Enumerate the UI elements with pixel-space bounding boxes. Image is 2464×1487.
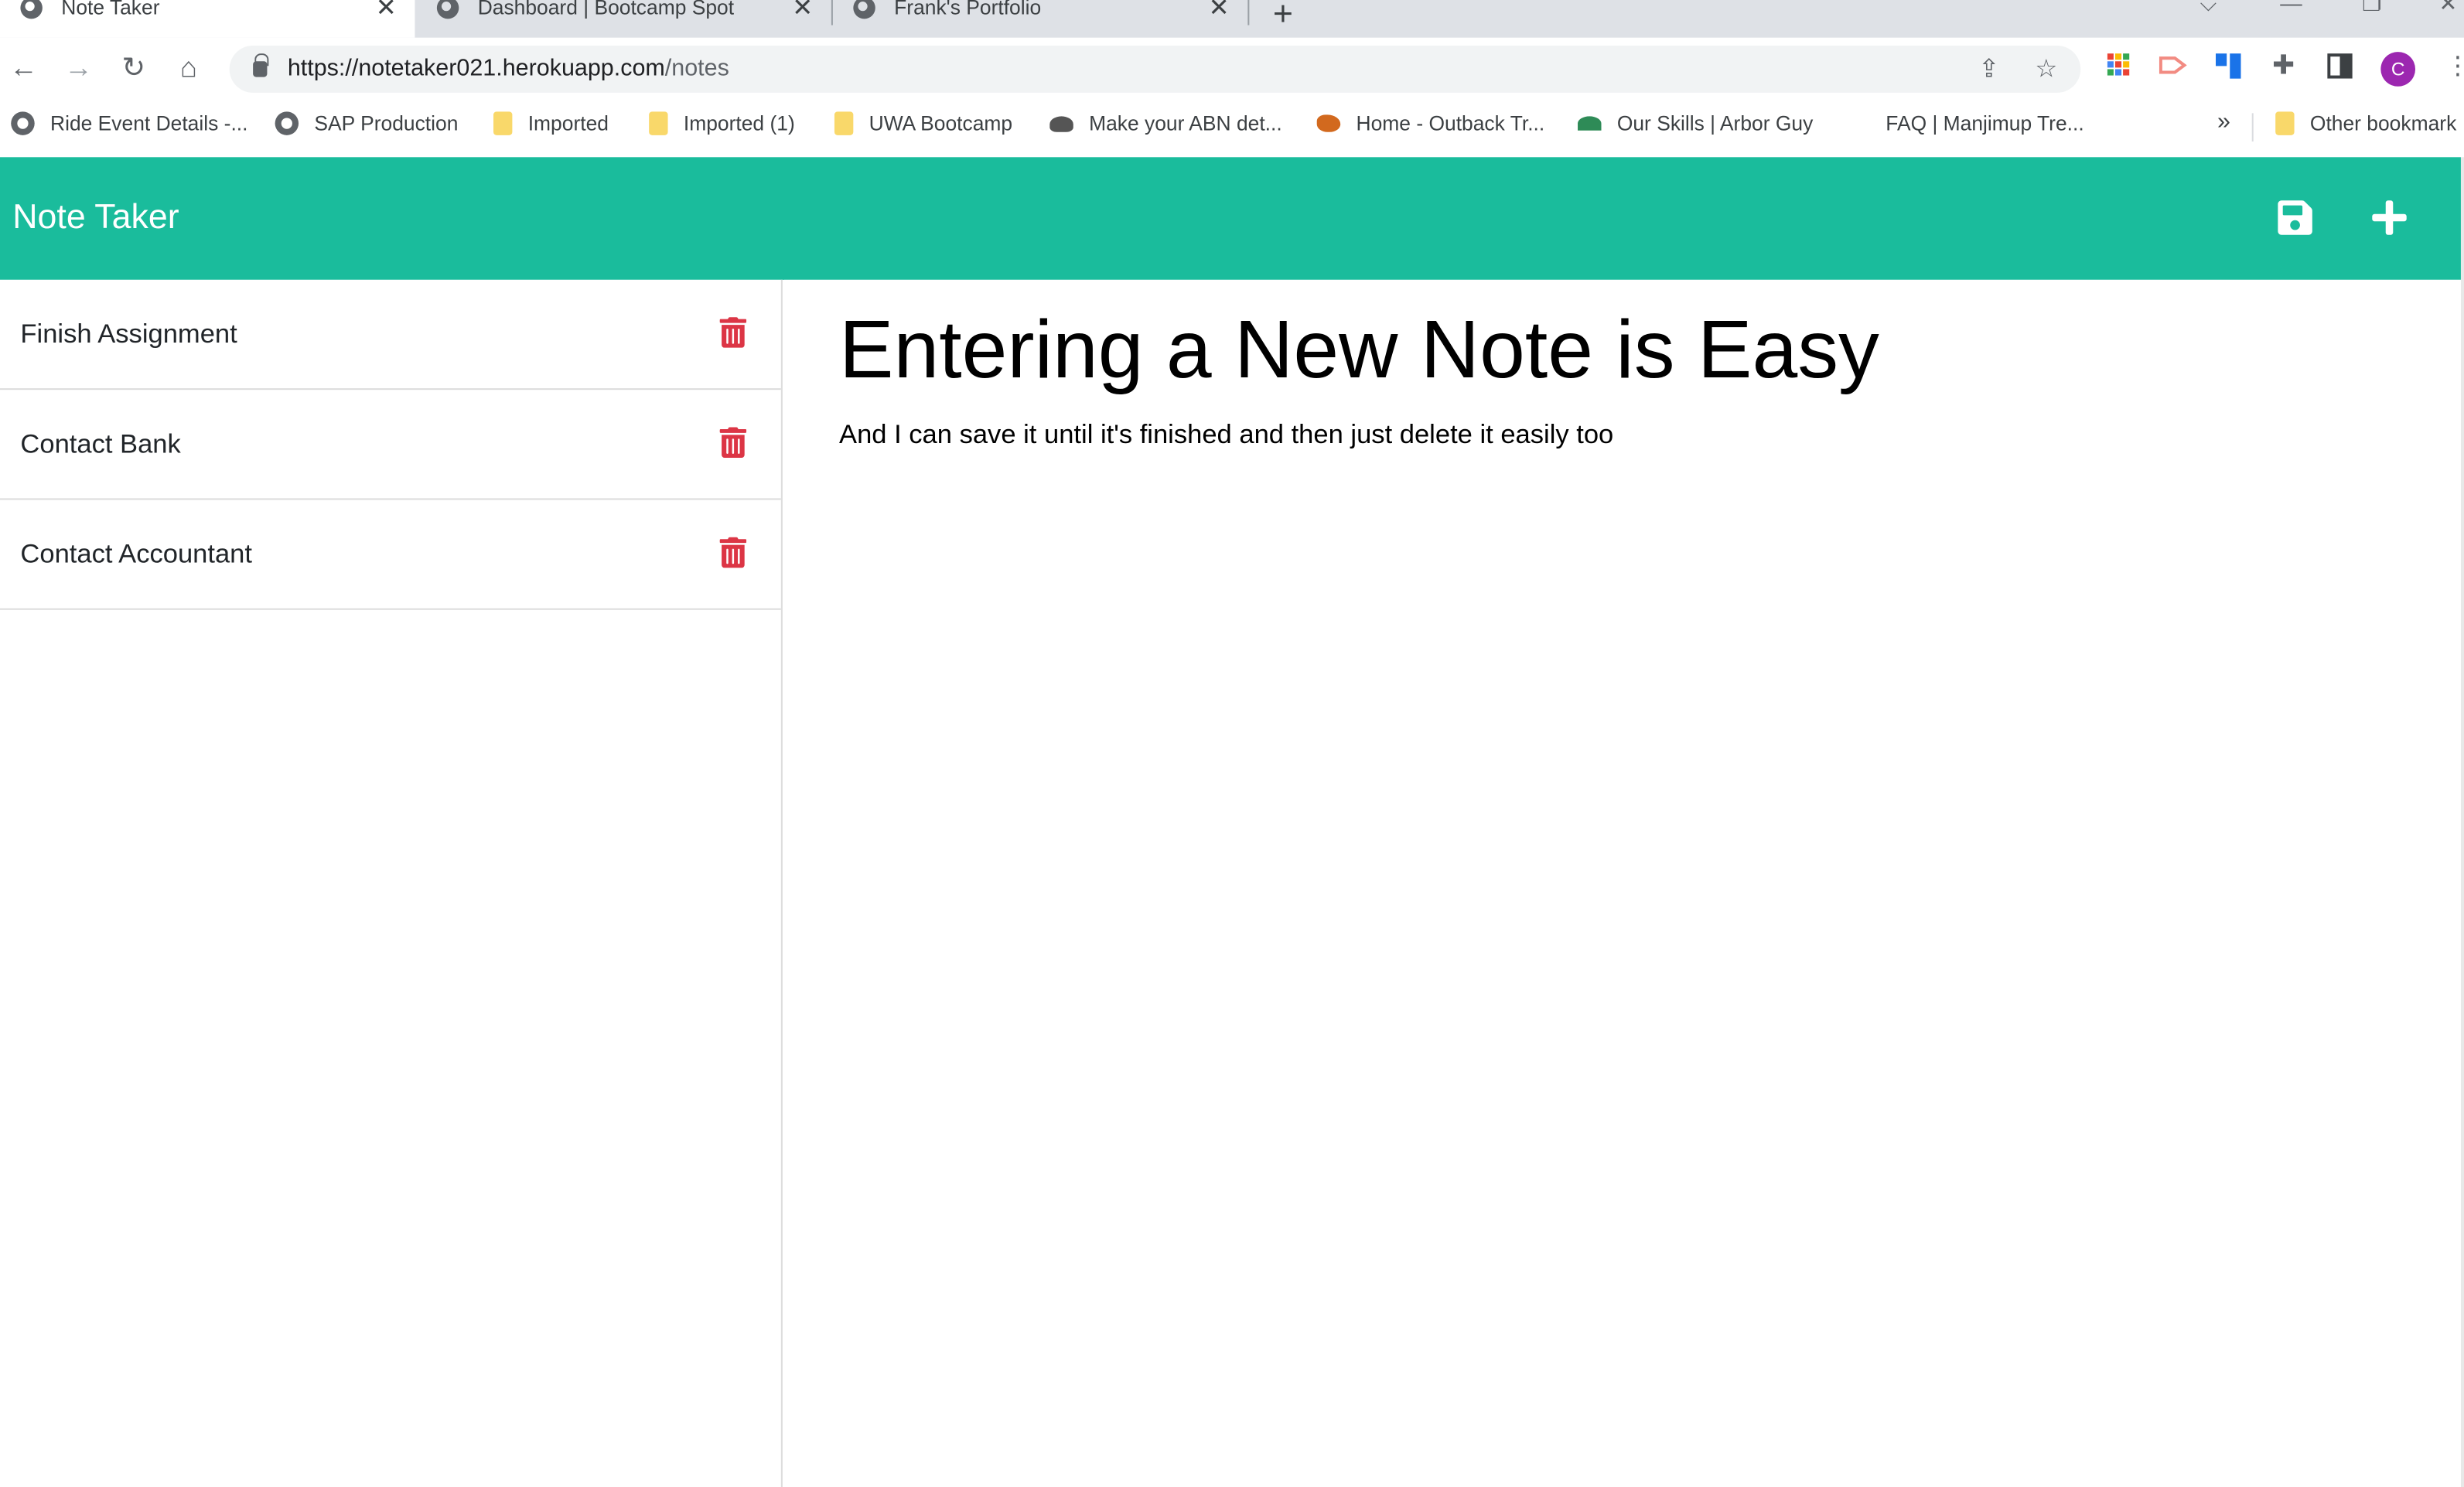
bookmark-label: SAP Production [314,111,459,135]
screen-recorder-extension-icon[interactable] [2159,53,2188,77]
bookmark-label: Imported (1) [683,111,795,135]
bookmark-label: FAQ | Manjimup Tre... [1886,111,2084,135]
app-navbar: Note Taker [0,157,2461,280]
government-crest-icon [1049,115,1073,131]
bookmark-uwa-bootcamp[interactable]: UWA Bootcamp [831,111,1012,135]
note-list: Finish Assignment Contact Bank Contact A… [0,279,783,1487]
delete-trash-icon[interactable] [719,426,747,459]
bookmark-outback[interactable]: Home - Outback Tr... [1316,111,1545,135]
profile-avatar[interactable]: C [2380,52,2416,87]
tab-divider [1247,0,1250,26]
globe-icon [436,0,459,19]
save-note-icon[interactable] [2275,198,2315,237]
url-text[interactable]: https://notetaker021.herokuapp.com/notes [288,55,729,82]
minimize-window-icon[interactable]: — [2280,0,2302,15]
folder-icon [834,111,854,135]
note-title[interactable]: Contact Bank [20,429,180,461]
globe-icon [275,111,299,135]
bookmark-ride-event[interactable]: Ride Event Details -... [11,111,247,135]
globe-icon [20,0,43,19]
delete-trash-icon[interactable] [719,316,747,350]
bookmark-label: Make your ABN det... [1089,111,1282,135]
side-panel-icon[interactable] [2327,53,2353,79]
share-icon[interactable]: ⇪ [1978,53,1999,85]
bookmark-label: UWA Bootcamp [869,111,1013,135]
tab-label: Frank's Portfolio [894,0,1042,19]
bookmark-label: Imported [527,111,609,135]
note-title-input[interactable]: Entering a New Note is Easy [839,303,1879,397]
tab-note-taker[interactable]: Note Taker ✕ [0,0,415,38]
lock-icon[interactable] [253,53,269,77]
back-arrow-icon[interactable]: ← [6,50,41,85]
note-text-area[interactable]: And I can save it until it's finished an… [839,420,1613,452]
bookmark-label: Other bookmark [2309,111,2457,135]
close-tab-icon[interactable]: ✕ [792,0,813,23]
list-item[interactable]: Contact Bank [0,390,781,500]
browser-toolbar: ← → ↻ ⌂ https://notetaker021.herokuapp.c… [0,37,2464,101]
forward-arrow-icon[interactable]: → [61,50,96,85]
new-note-plus-icon[interactable] [2370,198,2409,237]
folder-icon [649,111,668,135]
extensions-puzzle-icon[interactable]: ✚ [2272,50,2295,82]
page-edge-divider [2460,157,2464,1487]
app-brand[interactable]: Note Taker [12,196,179,237]
globe-icon [11,111,35,135]
close-window-icon[interactable]: ✕ [2439,0,2458,17]
app-grid-extension-icon[interactable] [2107,53,2131,77]
bookmark-imported[interactable]: Imported [490,111,609,135]
bookmark-label: Home - Outback Tr... [1356,111,1545,135]
tab-portfolio[interactable]: Frank's Portfolio ✕ [833,0,1247,38]
australia-map-icon [1316,114,1341,132]
tab-strip: Note Taker ✕ Dashboard | Bootcamp Spot ✕… [0,0,2464,38]
bookmark-other[interactable]: Other bookmark [2272,111,2456,135]
globe-icon [853,0,875,19]
restore-window-icon[interactable]: ❐ [2362,0,2382,17]
note-title[interactable]: Contact Accountant [20,539,252,571]
url-path: /notes [664,55,729,82]
bookmark-imported-1[interactable]: Imported (1) [646,111,795,135]
list-item[interactable]: Contact Accountant [0,500,781,610]
url-host: https://notetaker021.herokuapp.com [287,55,665,82]
tab-label: Note Taker [61,0,160,19]
tab-search-chevron-icon[interactable]: ⌵ [2200,0,2217,17]
palm-tree-icon [1578,116,1602,131]
trello-extension-icon[interactable] [2215,53,2244,82]
home-icon[interactable]: ⌂ [171,50,206,85]
more-bookmarks-chevron-icon[interactable]: » [2217,108,2230,135]
browser-menu-icon[interactable]: ⋮ [2445,50,2464,82]
address-bar[interactable]: https://notetaker021.herokuapp.com/notes… [229,45,2081,93]
bookmark-label: Ride Event Details -... [50,111,248,135]
tab-label: Dashboard | Bootcamp Spot [477,0,735,19]
bookmark-manjimup[interactable]: FAQ | Manjimup Tre... [1886,111,2083,135]
note-editor: Entering a New Note is Easy And I can sa… [783,279,2461,1487]
bookmark-abn[interactable]: Make your ABN det... [1049,111,1282,135]
bookmark-sap-production[interactable]: SAP Production [275,111,459,135]
reload-icon[interactable]: ↻ [116,50,151,85]
delete-trash-icon[interactable] [719,536,747,569]
bookmark-star-icon[interactable]: ☆ [2035,53,2057,85]
list-item[interactable]: Finish Assignment [0,280,781,391]
bookmark-label: Our Skills | Arbor Guy [1616,111,1814,135]
note-title[interactable]: Finish Assignment [20,319,237,351]
folder-icon [2275,111,2295,135]
folder-icon [493,111,513,135]
bookmark-arbor-guy[interactable]: Our Skills | Arbor Guy [1578,111,1813,135]
close-tab-icon[interactable]: ✕ [376,0,397,23]
bookmarks-bar: Ride Event Details -... SAP Production I… [0,101,2464,152]
tab-dashboard[interactable]: Dashboard | Bootcamp Spot ✕ [416,0,831,38]
close-tab-icon[interactable]: ✕ [1209,0,1230,23]
bookmark-divider [2251,113,2254,142]
new-tab-plus-icon[interactable]: + [1273,0,1293,35]
